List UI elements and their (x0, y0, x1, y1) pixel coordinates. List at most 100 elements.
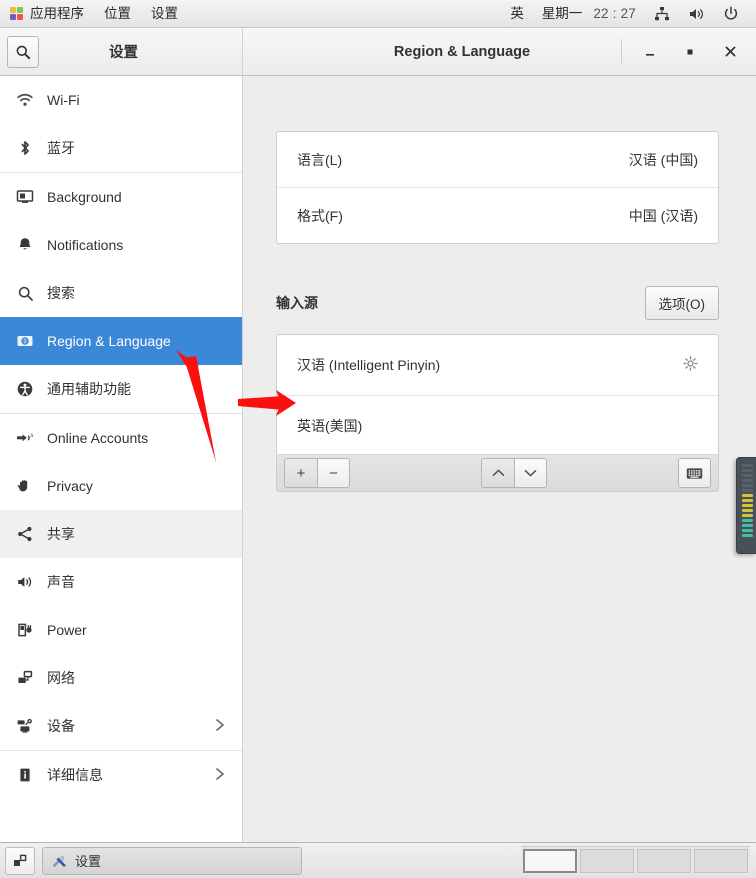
input-source-label: 英语(美国) (297, 418, 363, 434)
task-button-label: 设置 (75, 854, 102, 869)
maximize-icon (687, 49, 693, 54)
move-down-button[interactable] (514, 458, 547, 488)
search-button[interactable] (7, 35, 39, 68)
level-meter-bar (742, 494, 753, 497)
add-input-source-button[interactable]: + (284, 458, 317, 488)
level-meter-bar (742, 519, 753, 522)
task-button-settings[interactable]: 设置 (42, 846, 302, 875)
workspace-1[interactable] (523, 849, 577, 873)
window-controls (621, 28, 756, 76)
level-meter-bar (742, 524, 753, 527)
background-icon (14, 188, 36, 206)
sidebar-item-power[interactable]: Power (0, 606, 242, 654)
menu-places[interactable]: 位置 (94, 0, 141, 28)
level-meter-bar (742, 499, 753, 502)
input-sources-toolbar: + − (276, 454, 719, 492)
weekday-label: 星期一 (541, 5, 583, 21)
sidebar-item-label: 搜索 (47, 285, 75, 301)
menu-applications[interactable]: 应用程序 (0, 0, 94, 28)
input-source-row-english[interactable]: 英语(美国) (277, 396, 718, 456)
sidebar-item-privacy[interactable]: Privacy (0, 462, 242, 510)
show-desktop-button[interactable] (5, 846, 35, 875)
sidebar-item-label: Power (47, 622, 87, 638)
level-meter-bar (742, 469, 753, 472)
sidebar-item-details[interactable]: 详细信息 (0, 751, 242, 799)
level-meter-bar (742, 489, 753, 492)
settings-window: 设置 Region & Language Wi-Fi 蓝牙 Background… (0, 28, 756, 842)
sidebar-item-online-accounts[interactable]: s Online Accounts (0, 414, 242, 462)
input-source-row-pinyin[interactable]: 汉语 (Intelligent Pinyin) (277, 335, 718, 395)
sidebar-item-sharing[interactable]: 共享 (0, 510, 242, 558)
level-meter-bar (742, 504, 753, 507)
sidebar-item-region-language[interactable]: Region & Language (0, 317, 242, 365)
workspace-2[interactable] (580, 849, 634, 873)
options-button[interactable]: 选项(O) (644, 286, 719, 320)
bell-icon (14, 236, 36, 254)
workspace-switcher[interactable] (521, 846, 750, 875)
level-meter-widget[interactable] (736, 457, 756, 554)
menu-system[interactable]: 设置 (141, 0, 188, 28)
level-meter-bar (742, 509, 753, 512)
language-row[interactable]: 语言(L) 汉语 (中国) (277, 132, 718, 187)
power-icon (724, 5, 738, 20)
reorder-group (481, 458, 547, 488)
gear-icon[interactable] (683, 356, 698, 374)
online-accounts-icon: s (14, 429, 36, 447)
sidebar-item-devices[interactable]: 设备 (0, 702, 242, 750)
keyboard-preview-button[interactable] (678, 458, 711, 488)
minimize-icon (646, 53, 654, 56)
language-row-value: 汉语 (中国) (628, 151, 698, 168)
region-language-icon (14, 332, 36, 350)
keyboard-icon (686, 467, 703, 479)
info-icon (14, 766, 36, 784)
bottom-panel: 设置 (0, 842, 756, 878)
level-meter-bar (742, 529, 753, 532)
sharing-icon (14, 525, 36, 543)
input-method-label: 英 (510, 5, 524, 21)
search-icon (16, 45, 31, 59)
workspace-3[interactable] (637, 849, 691, 873)
minimize-button[interactable] (630, 32, 670, 72)
clock-area[interactable]: 星期一 22 : 27 (534, 0, 644, 28)
sidebar-item-accessibility[interactable]: 通用辅助功能 (0, 365, 242, 413)
sidebar-item-wifi[interactable]: Wi-Fi (0, 76, 242, 124)
move-up-button[interactable] (481, 458, 514, 488)
network-tray-icon[interactable] (646, 0, 678, 28)
format-row[interactable]: 格式(F) 中国 (汉语) (277, 188, 718, 243)
add-remove-group: + − (284, 458, 350, 488)
close-button[interactable] (710, 32, 750, 72)
close-icon (725, 46, 735, 57)
wifi-icon (14, 91, 36, 109)
volume-tray-icon[interactable] (680, 0, 713, 28)
window-title: Region & Language (393, 43, 531, 60)
remove-input-source-button[interactable]: − (317, 458, 350, 488)
maximize-button[interactable] (670, 32, 710, 72)
power-tray-icon[interactable] (715, 0, 747, 28)
menu-system-label: 设置 (151, 5, 178, 21)
window-titlebar[interactable]: Region & Language (243, 28, 756, 76)
sidebar[interactable]: Wi-Fi 蓝牙 Background Notifications 搜索 Reg… (0, 76, 243, 842)
level-meter-bar (742, 479, 753, 482)
sidebar-item-label: 蓝牙 (47, 140, 75, 156)
search-icon (14, 285, 36, 302)
show-desktop-icon (14, 854, 27, 866)
sidebar-item-network[interactable]: 网络 (0, 654, 242, 702)
tools-icon (51, 852, 68, 869)
main-panel: 语言(L) 汉语 (中国) 格式(F) 中国 (汉语) 输入源 选项(O) 汉语… (243, 76, 756, 842)
level-meter-bar (742, 534, 753, 537)
sidebar-item-sound[interactable]: 声音 (0, 558, 242, 606)
input-method-indicator[interactable]: 英 (502, 0, 532, 28)
keyboard-preview-group (678, 458, 711, 488)
sidebar-item-notifications[interactable]: Notifications (0, 221, 242, 269)
input-sources-list: 汉语 (Intelligent Pinyin) 英语(美国) (276, 334, 719, 456)
top-panel-tray: 英 星期一 22 : 27 (502, 0, 756, 28)
sidebar-header: 设置 (0, 28, 243, 76)
top-panel-menus: 应用程序 位置 设置 (0, 0, 188, 28)
sidebar-item-background[interactable]: Background (0, 173, 242, 221)
sidebar-item-bluetooth[interactable]: 蓝牙 (0, 124, 242, 172)
input-sources-header: 输入源 选项(O) (276, 286, 719, 320)
workspace-4[interactable] (694, 849, 748, 873)
sidebar-item-search[interactable]: 搜索 (0, 269, 242, 317)
sidebar-item-label: 网络 (47, 670, 75, 686)
window-list: 设置 (42, 846, 302, 875)
